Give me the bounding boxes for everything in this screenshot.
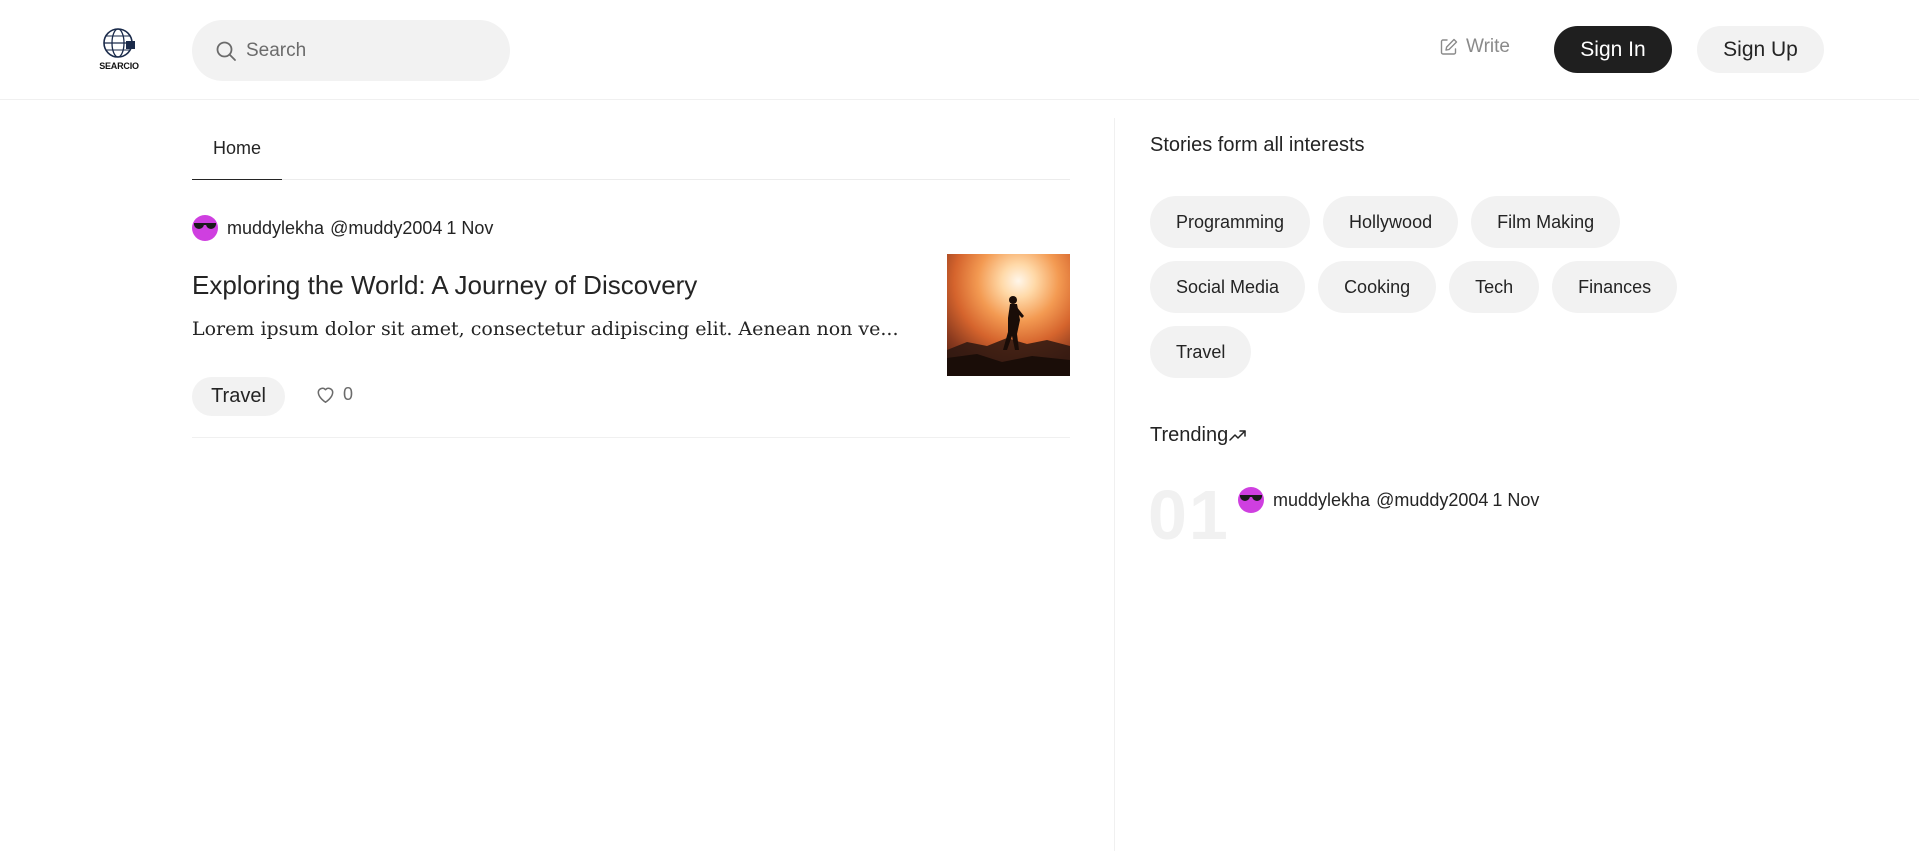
author-name[interactable]: muddylekha: [227, 218, 324, 239]
topic-programming[interactable]: Programming: [1150, 196, 1311, 248]
post-thumbnail[interactable]: [947, 254, 1070, 376]
heart-icon: [317, 387, 334, 403]
topic-film-making[interactable]: Film Making: [1471, 196, 1621, 248]
search-icon: [216, 41, 236, 61]
topic-tech[interactable]: Tech: [1449, 261, 1540, 313]
post-card[interactable]: muddylekha @muddy2004 1 Nov Exploring th…: [192, 182, 1070, 438]
like-button[interactable]: 0: [314, 383, 353, 406]
site-logo[interactable]: SEARCIO: [96, 26, 142, 76]
post-excerpt[interactable]: Lorem ipsum dolor sit amet, consectetur …: [192, 318, 899, 340]
column-divider: [1114, 118, 1115, 851]
top-navbar: SEARCIO Write Sign In Sign Up: [0, 0, 1919, 100]
topic-list: Programming Hollywood Film Making Social…: [1150, 196, 1770, 378]
post-author-row[interactable]: muddylekha @muddy2004 1 Nov: [192, 215, 493, 241]
edit-icon: [1440, 38, 1458, 55]
trending-author-row[interactable]: muddylekha @muddy2004 1 Nov: [1238, 487, 1539, 513]
topic-social-media[interactable]: Social Media: [1150, 261, 1306, 313]
feed-tabs: Home: [192, 118, 1070, 180]
like-count: 0: [343, 384, 354, 404]
author-avatar[interactable]: [192, 215, 218, 241]
post-date: 1 Nov: [446, 217, 494, 238]
trending-label: Trending: [1150, 424, 1229, 446]
topic-hollywood[interactable]: Hollywood: [1323, 196, 1459, 248]
trending-author-name[interactable]: muddylekha: [1273, 490, 1370, 511]
trending-heading: Trending: [1150, 424, 1247, 447]
trending-up-icon: [1229, 429, 1246, 441]
trending-author-avatar[interactable]: [1238, 487, 1264, 513]
search-input[interactable]: [246, 39, 496, 62]
author-handle[interactable]: @muddy2004: [330, 218, 442, 239]
logo-text: SEARCIO: [99, 61, 139, 71]
topic-travel[interactable]: Travel: [1150, 326, 1252, 378]
topic-cooking[interactable]: Cooking: [1318, 261, 1437, 313]
search-box[interactable]: [192, 20, 510, 81]
post-tag-travel[interactable]: Travel: [192, 377, 285, 416]
sign-in-button[interactable]: Sign In: [1554, 26, 1672, 73]
interests-heading: Stories form all interests: [1150, 134, 1365, 156]
write-label: Write: [1466, 36, 1510, 57]
globe-logo-icon: [103, 28, 135, 58]
topic-finances[interactable]: Finances: [1552, 261, 1678, 313]
trending-rank: 01: [1148, 476, 1230, 554]
trending-author-handle[interactable]: @muddy2004: [1376, 490, 1488, 511]
write-button[interactable]: Write: [1439, 36, 1510, 58]
tab-home[interactable]: Home: [192, 118, 282, 180]
sign-up-button[interactable]: Sign Up: [1697, 26, 1824, 73]
trending-post-date: 1 Nov: [1492, 489, 1540, 510]
post-title[interactable]: Exploring the World: A Journey of Discov…: [192, 270, 697, 301]
hiker-silhouette-image: [947, 296, 1070, 376]
